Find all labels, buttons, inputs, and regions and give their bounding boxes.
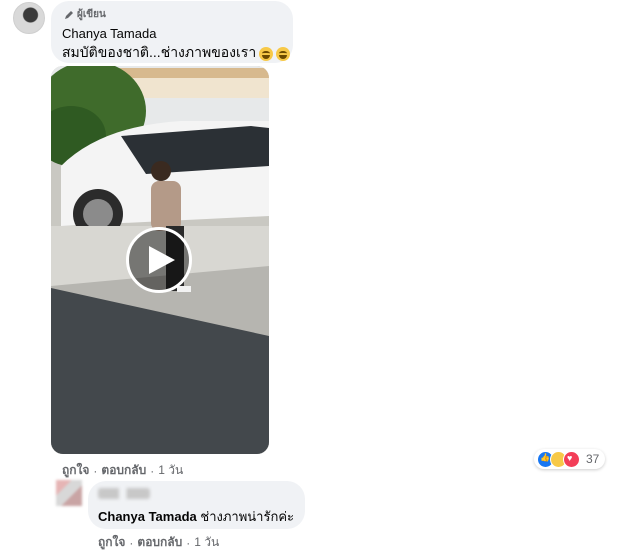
reaction-summary[interactable]: 37 [534, 449, 606, 469]
rofl-emoji-icon [276, 47, 291, 61]
separator: · [186, 535, 191, 550]
like-link[interactable]: ถูกใจ [62, 461, 89, 480]
reply-like-link[interactable]: ถูกใจ [98, 533, 125, 552]
reply-mention[interactable]: Chanya Tamada [98, 509, 197, 524]
comment-text-content: สมบัติของชาติ...ช่างภาพของเรา [62, 44, 257, 60]
author-badge-label: ผู้เขียน [77, 9, 106, 20]
author-badge: ผู้เขียน [64, 7, 106, 22]
reply-avatar[interactable] [56, 480, 82, 506]
reply-reply-link[interactable]: ตอบกลับ [137, 533, 182, 552]
reply-text: Chanya Tamada ช่างภาพน่ารักค่ะ [98, 506, 294, 527]
separator: · [129, 535, 134, 550]
comment-text: สมบัติของชาติ...ช่างภาพของเรา [62, 42, 291, 64]
reaction-count: 37 [586, 452, 600, 466]
pencil-icon [65, 10, 73, 19]
video-attachment[interactable] [51, 66, 269, 454]
reply-link[interactable]: ตอบกลับ [101, 461, 146, 480]
reply-time[interactable]: 1 วัน [194, 533, 219, 552]
reply-text-content: ช่างภาพน่ารักค่ะ [200, 509, 295, 524]
comment-actions: ถูกใจ · ตอบกลับ · 1 วัน [62, 461, 183, 480]
reply-actions: ถูกใจ · ตอบกลับ · 1 วัน [98, 533, 219, 552]
love-icon [563, 450, 580, 468]
reply-author-name-blurred[interactable] [98, 488, 150, 499]
comment-author-name[interactable]: Chanya Tamada [62, 26, 156, 41]
separator: · [93, 463, 98, 478]
rofl-emoji-icon [259, 47, 274, 61]
separator: · [150, 463, 155, 478]
play-icon [148, 246, 175, 274]
commenter-avatar[interactable] [13, 2, 45, 34]
play-button[interactable] [126, 227, 192, 293]
comment-time[interactable]: 1 วัน [158, 461, 183, 480]
